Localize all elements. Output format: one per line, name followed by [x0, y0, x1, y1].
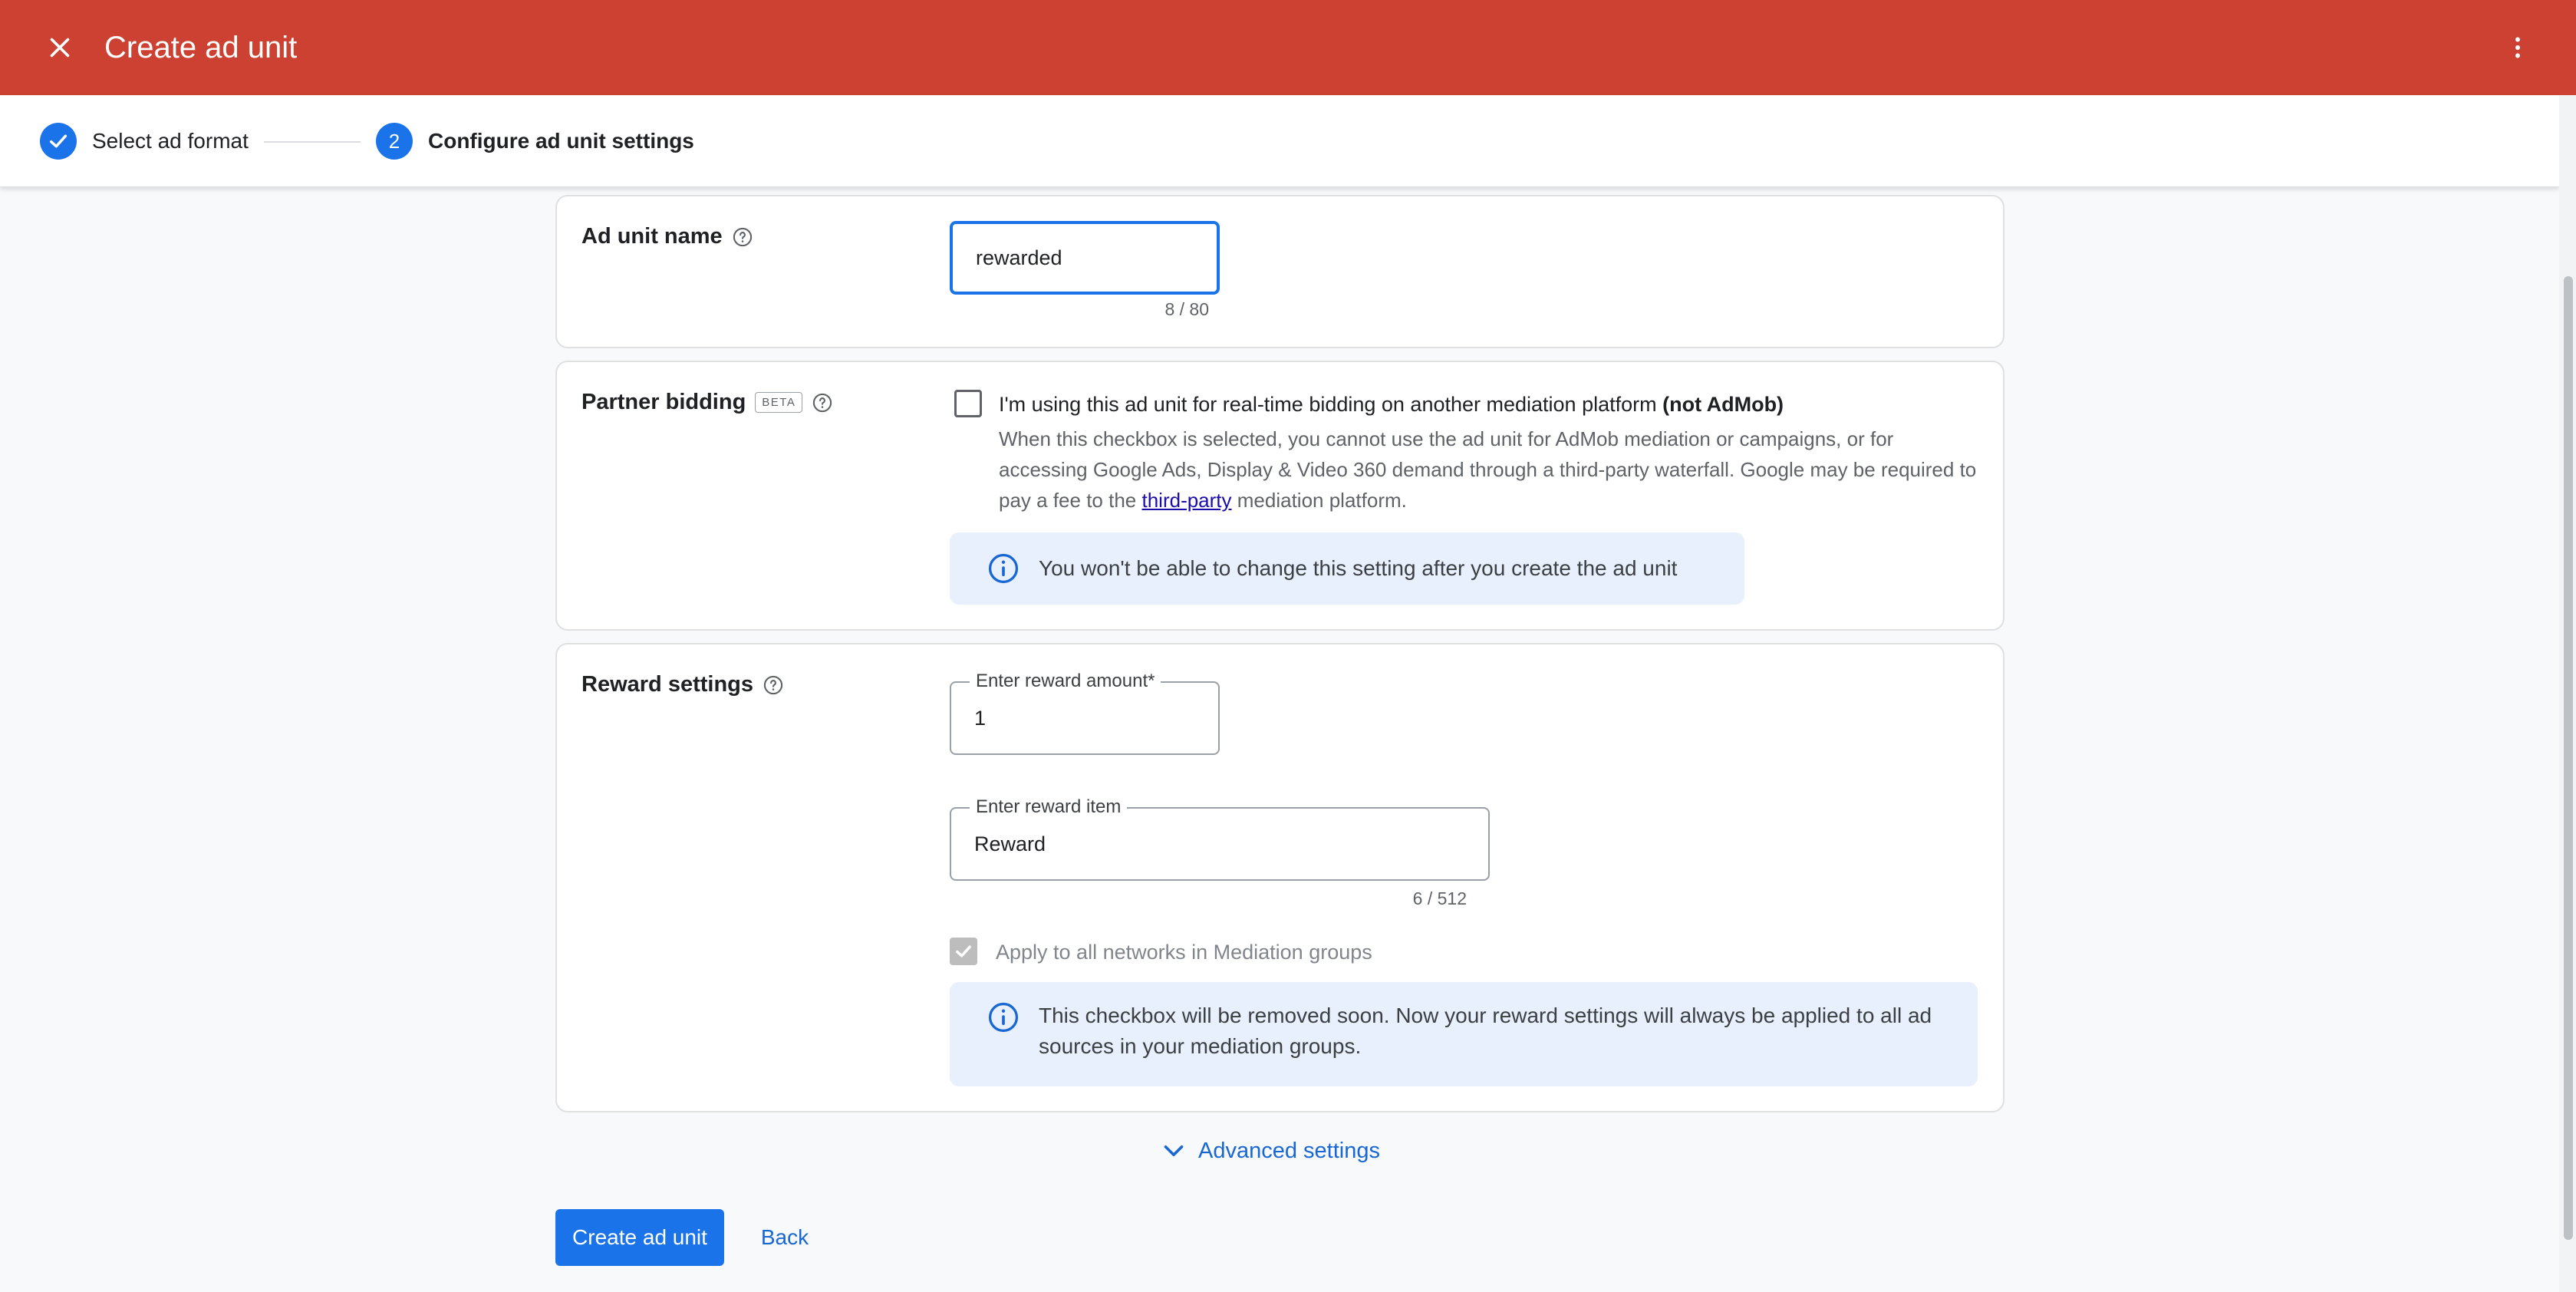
- reward-settings-label-text: Reward settings: [581, 672, 753, 697]
- info-icon: [988, 1002, 1019, 1033]
- apply-all-networks-checkbox: [950, 938, 977, 965]
- reward-amount-label: Enter reward amount*: [970, 671, 1161, 692]
- back-button[interactable]: Back: [752, 1209, 818, 1266]
- more-options-button[interactable]: [2493, 23, 2542, 72]
- check-icon: [49, 134, 68, 148]
- partner-bidding-description: When this checkbox is selected, you cann…: [999, 424, 1981, 516]
- create-ad-unit-button[interactable]: Create ad unit: [555, 1209, 724, 1266]
- apply-all-networks-label: Apply to all networks in Mediation group…: [996, 941, 1372, 964]
- help-icon[interactable]: [732, 226, 753, 248]
- close-button[interactable]: [35, 23, 84, 72]
- reward-item-counter: 6 / 512: [1412, 888, 1467, 908]
- third-party-link[interactable]: third-party: [1141, 489, 1231, 512]
- reward-settings-label: Reward settings: [581, 672, 784, 697]
- step-number-circle: 2: [376, 123, 413, 160]
- stepper: Select ad format 2 Configure ad unit set…: [0, 95, 2559, 187]
- description-text-end: mediation platform.: [1237, 489, 1407, 512]
- reward-amount-field[interactable]: Enter reward amount*: [950, 671, 1220, 755]
- rtb-checkbox-label-bold: (not AdMob): [1662, 393, 1784, 416]
- step-configure-ad-unit: 2 Configure ad unit settings: [376, 123, 694, 160]
- ad-unit-name-card: Ad unit name 8 / 80: [555, 195, 2004, 348]
- check-icon: [956, 945, 971, 957]
- rtb-checkbox-label-text: I'm using this ad unit for real-time bid…: [999, 393, 1657, 416]
- app-bar: Create ad unit: [0, 0, 2576, 95]
- step-label: Select ad format: [92, 129, 249, 153]
- ad-unit-name-label: Ad unit name: [581, 224, 753, 249]
- reward-amount-input[interactable]: [951, 683, 1218, 753]
- advanced-settings-toggle[interactable]: Advanced settings: [1160, 1137, 1380, 1165]
- info-text: This checkbox will be removed soon. Now …: [1039, 1004, 1932, 1058]
- partner-bidding-label-text: Partner bidding: [581, 390, 746, 414]
- page-title: Create ad unit: [104, 31, 298, 64]
- rtb-checkbox-label[interactable]: I'm using this ad unit for real-time bid…: [999, 393, 1784, 417]
- reward-item-input[interactable]: [951, 809, 1488, 879]
- reward-settings-card: Reward settings Enter reward amount* Ent…: [555, 643, 2004, 1112]
- advanced-settings-label: Advanced settings: [1198, 1138, 1380, 1163]
- ad-unit-name-field[interactable]: [950, 221, 1220, 295]
- step-completed-circle: [40, 123, 77, 160]
- beta-badge: BETA: [755, 392, 803, 413]
- partner-bidding-label: Partner bidding BETA: [581, 390, 833, 415]
- step-select-ad-format[interactable]: Select ad format: [40, 123, 249, 160]
- reward-info-banner: This checkbox will be removed soon. Now …: [950, 982, 1978, 1086]
- ad-unit-name-label-text: Ad unit name: [581, 224, 723, 249]
- ad-unit-name-input[interactable]: [953, 224, 1217, 292]
- ad-unit-name-counter: 8 / 80: [1164, 299, 1209, 319]
- partner-bidding-info-banner: You won't be able to change this setting…: [950, 532, 1744, 605]
- chevron-down-icon: [1164, 1145, 1184, 1157]
- info-icon: [988, 553, 1019, 584]
- close-icon: [50, 38, 70, 58]
- help-icon[interactable]: [812, 392, 833, 414]
- step-connector: [264, 141, 361, 143]
- info-text: You won't be able to change this setting…: [1039, 556, 1678, 580]
- more-vert-icon: [2515, 37, 2520, 58]
- step-label: Configure ad unit settings: [428, 129, 694, 153]
- help-icon[interactable]: [763, 674, 784, 696]
- rtb-other-platform-checkbox[interactable]: [954, 390, 982, 417]
- reward-item-field[interactable]: Enter reward item: [950, 796, 1490, 881]
- partner-bidding-card: Partner bidding BETA I'm using this ad u…: [555, 361, 2004, 631]
- scrollbar-thumb[interactable]: [2564, 276, 2573, 1240]
- reward-item-label: Enter reward item: [970, 796, 1128, 818]
